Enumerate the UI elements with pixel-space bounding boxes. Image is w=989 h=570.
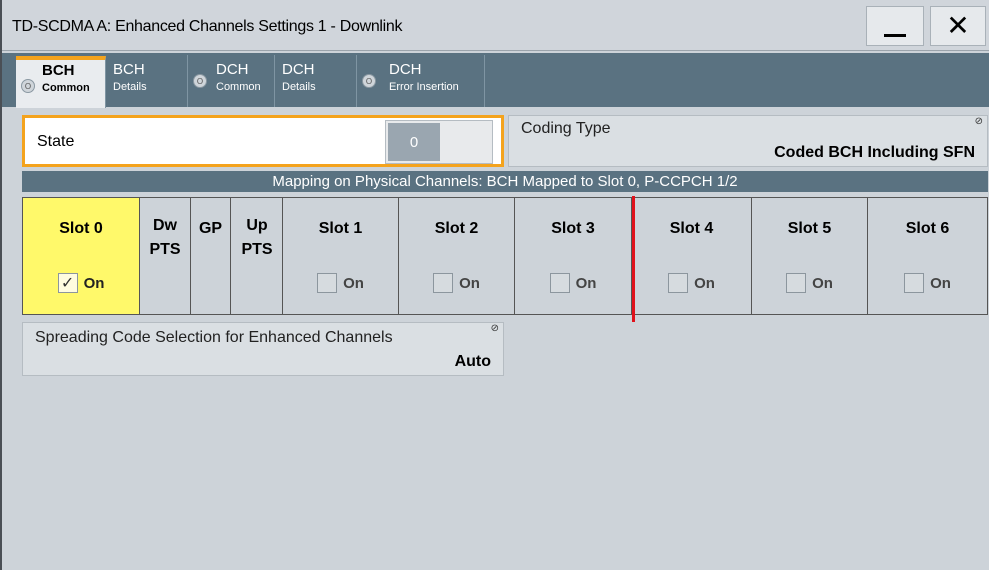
checkbox-label: On: [459, 274, 480, 292]
slot-0: Slot 0 ✓ On: [23, 198, 140, 314]
tab-sublabel: Error Insertion: [389, 81, 459, 93]
slot-uppts: Up PTS: [231, 198, 283, 314]
checkbox-label: On: [930, 274, 951, 292]
slot-label: Slot 1: [318, 220, 363, 237]
checkbox-label: On: [812, 274, 833, 292]
slot-label: Slot 0: [59, 220, 103, 237]
tab-sublabel: Common: [216, 81, 261, 93]
slot-4: Slot 4 On: [632, 198, 752, 314]
tab-bch-details[interactable]: BCH Details: [106, 55, 188, 107]
slot-1: Slot 1 On: [283, 198, 399, 314]
coding-type-value: Coded BCH Including SFN: [774, 144, 975, 161]
checkbox-label: On: [343, 274, 364, 292]
slot-3-checkbox[interactable]: On: [515, 273, 631, 293]
slot-2: Slot 2 On: [399, 198, 515, 314]
tab-label: DCH: [282, 61, 315, 78]
tab-sublabel: Common: [42, 82, 90, 94]
slot-label: Dw PTS: [149, 217, 181, 258]
slot-1-checkbox[interactable]: On: [283, 273, 398, 293]
state-toggle-value: 0: [388, 123, 440, 161]
checkmark-icon: ✓: [57, 273, 78, 293]
slot-label: Slot 4: [669, 220, 714, 237]
switching-point-marker: [632, 196, 635, 322]
title-bar: TD-SCDMA A: Enhanced Channels Settings 1…: [2, 0, 989, 51]
close-button[interactable]: ✕: [930, 6, 986, 46]
checkbox-box: [904, 273, 925, 293]
slot-label: Slot 5: [787, 220, 832, 237]
tab-bar: O BCH Common BCH Details O DCH Common DC…: [2, 53, 989, 108]
slot-dwpts: Dw PTS: [140, 198, 191, 314]
tab-dch-error-insertion[interactable]: O DCH Error Insertion: [357, 55, 485, 107]
checkbox-label: On: [575, 274, 597, 292]
checkbox-box: [786, 273, 807, 293]
slot-4-checkbox[interactable]: On: [632, 273, 751, 293]
coding-type-field: Coding Type ⊘ Coded BCH Including SFN: [508, 115, 988, 167]
slot-6-checkbox[interactable]: On: [868, 273, 987, 293]
tab-label: BCH: [113, 61, 145, 78]
slot-label: Slot 6: [905, 220, 950, 237]
checkbox-box: [549, 273, 570, 293]
slot-3: Slot 3 On: [515, 198, 632, 314]
slot-label: GP: [198, 220, 223, 237]
slot-gp: GP: [191, 198, 231, 314]
read-only-icon: ⊘: [490, 323, 499, 334]
tab-sublabel: Details: [113, 81, 147, 93]
read-only-icon: ⊘: [974, 116, 983, 127]
mapping-header: Mapping on Physical Channels: BCH Mapped…: [22, 171, 988, 192]
checkbox-label: On: [83, 274, 105, 292]
checkbox-box: [668, 273, 689, 293]
dialog-window: TD-SCDMA A: Enhanced Channels Settings 1…: [0, 0, 989, 570]
state-field: State 0: [22, 115, 504, 167]
minimize-button[interactable]: [866, 6, 924, 46]
slot-table: Slot 0 ✓ On Dw PTS GP Up PTS Slot 1 On S…: [22, 197, 988, 315]
tab-dch-details[interactable]: DCH Details: [275, 55, 357, 107]
spreading-code-value: Auto: [454, 353, 491, 370]
tab-label: DCH: [216, 61, 249, 78]
slot-label: Slot 3: [551, 220, 595, 237]
slot-0-checkbox[interactable]: ✓ On: [23, 273, 139, 293]
checkbox-box: [433, 273, 454, 293]
tab-state-led-icon: O: [21, 79, 35, 93]
window-title: TD-SCDMA A: Enhanced Channels Settings 1…: [12, 18, 403, 35]
tab-state-led-icon: O: [362, 74, 376, 88]
slot-2-checkbox[interactable]: On: [399, 273, 514, 293]
slot-label: Up PTS: [241, 217, 273, 258]
tab-label: DCH: [389, 61, 422, 78]
coding-type-label: Coding Type: [521, 120, 611, 137]
tab-dch-common[interactable]: O DCH Common: [188, 55, 275, 107]
minimize-icon: [884, 33, 906, 37]
spreading-code-field[interactable]: Spreading Code Selection for Enhanced Ch…: [22, 322, 504, 376]
slot-5-checkbox[interactable]: On: [752, 273, 867, 293]
tab-label: BCH: [42, 62, 75, 79]
tab-bch-common[interactable]: O BCH Common: [16, 56, 106, 108]
spreading-code-label: Spreading Code Selection for Enhanced Ch…: [35, 329, 393, 346]
slot-5: Slot 5 On: [752, 198, 868, 314]
close-icon: ✕: [946, 9, 970, 42]
checkbox-label: On: [694, 274, 715, 292]
tab-sublabel: Details: [282, 81, 316, 93]
checkbox-box: [317, 273, 338, 293]
slot-6: Slot 6 On: [868, 198, 987, 314]
tab-state-led-icon: O: [193, 74, 207, 88]
state-toggle[interactable]: 0: [385, 120, 493, 164]
slot-label: Slot 2: [434, 220, 479, 237]
state-label: State: [37, 133, 75, 150]
